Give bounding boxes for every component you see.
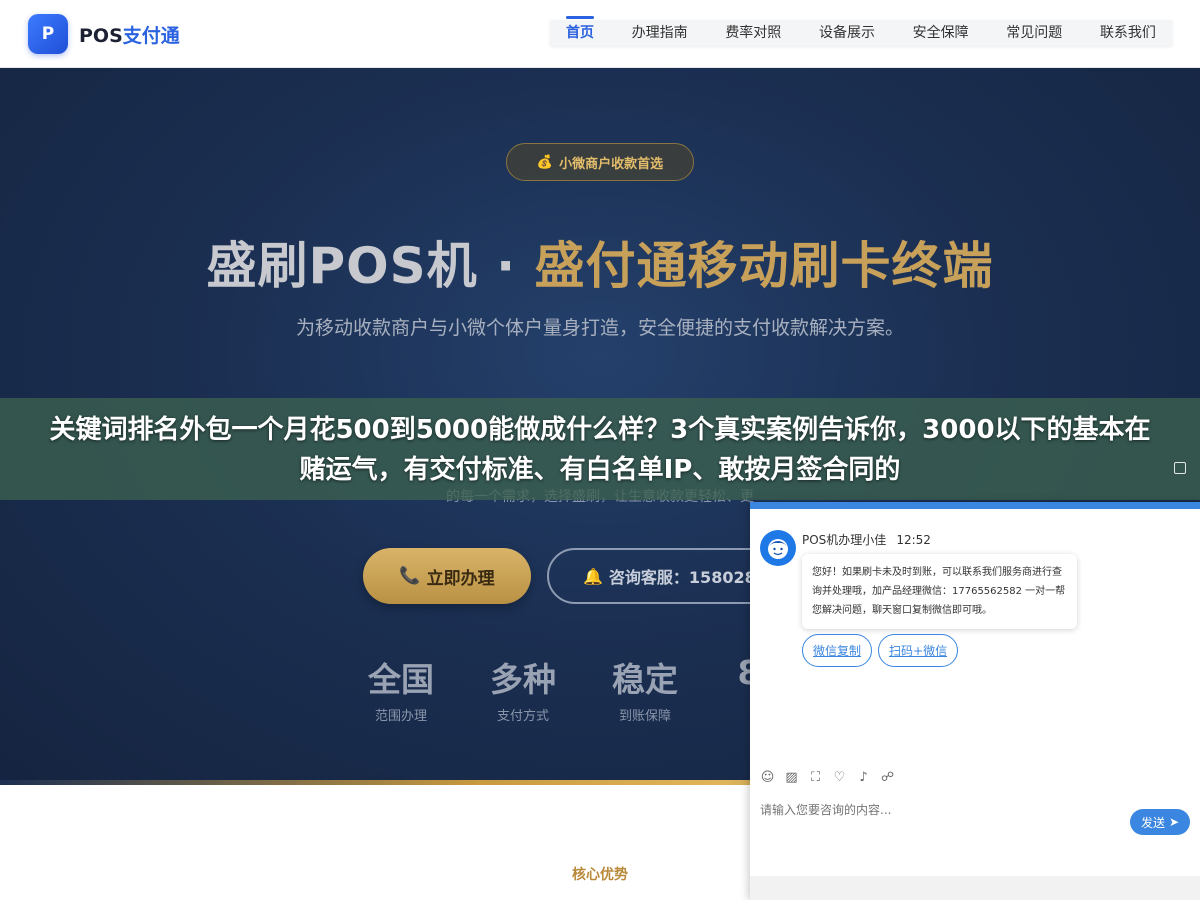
hero-pill-text: 小微商户收款首选 xyxy=(559,156,664,172)
stat-value: 多种 xyxy=(490,660,556,699)
main-nav: 首页 办理指南 费率对照 设备展示 安全保障 常见问题 联系我们 xyxy=(550,16,1172,46)
nav-item-devices[interactable]: 设备展示 xyxy=(819,20,875,46)
agent-name: POS机办理小佳 xyxy=(802,533,887,547)
sound-icon[interactable]: ♪ xyxy=(856,770,871,785)
apply-now-button[interactable]: 📞 立即办理 xyxy=(363,548,531,604)
hero-subtitle: 为移动收款商户与小微个体户量身打造，安全便捷的支付收款解决方案。 xyxy=(295,317,904,339)
image-icon[interactable]: ▨ xyxy=(784,770,799,785)
money-bag-icon: 💰 xyxy=(536,154,554,170)
stat-label: 范围办理 xyxy=(374,709,427,724)
stat-item: 全国 范围办理 xyxy=(340,653,462,724)
nav-item-faq[interactable]: 常见问题 xyxy=(1006,20,1062,46)
nav-item-guide[interactable]: 办理指南 xyxy=(632,20,688,46)
stat-item: 多种 支付方式 xyxy=(462,653,584,724)
chat-quick-actions: 微信复制 扫码+微信 xyxy=(802,634,959,667)
agent-avatar xyxy=(760,530,796,566)
nav-item-home[interactable]: 首页 xyxy=(566,16,594,46)
agent-face-icon xyxy=(768,539,788,559)
nav-item-contact[interactable]: 联系我们 xyxy=(1100,20,1156,46)
send-arrow-icon: ➤ xyxy=(1168,815,1180,829)
chat-widget: POS机办理小佳 12:52 您好！如果刷卡未及时到账，可以联系我们服务商进行查询… xyxy=(750,502,1200,900)
hero-title: 盛刷POS机 · 盛付通移动刷卡终端 xyxy=(206,237,994,295)
chat-toolbar: ☺ ▨ ⛶ ♡ ♪ ☍ xyxy=(760,770,895,785)
screenshot-icon[interactable]: ⛶ xyxy=(808,770,823,785)
copy-wechat-button[interactable]: 微信复制 xyxy=(802,634,873,667)
chat-footer xyxy=(750,876,1200,900)
site-logo[interactable]: P POS支付通 xyxy=(28,14,180,54)
nav-item-security[interactable]: 安全保障 xyxy=(913,20,969,46)
nav-item-rates[interactable]: 费率对照 xyxy=(725,20,781,46)
chat-message: POS机办理小佳 12:52 您好！如果刷卡未及时到账，可以联系我们服务商进行查询… xyxy=(760,530,1077,629)
message-meta: POS机办理小佳 12:52 xyxy=(802,530,1077,550)
bell-icon: 🔔 xyxy=(583,566,603,586)
phone-icon: 📞 xyxy=(399,566,421,586)
stat-item: 稳定 到账保障 xyxy=(584,653,706,724)
stat-label: 支付方式 xyxy=(496,709,549,724)
logo-text: POS支付通 xyxy=(79,24,180,47)
message-time: 12:52 xyxy=(896,533,931,547)
stat-label: 到账保障 xyxy=(618,709,671,724)
apply-now-label: 立即办理 xyxy=(426,568,495,589)
banner-text: 关键词排名外包一个月花500到5000能做成什么样？3个真实案例告诉你，3000… xyxy=(49,415,1151,485)
chat-header-bar xyxy=(750,502,1200,509)
emoji-icon[interactable]: ☺ xyxy=(760,770,775,785)
chat-message-input[interactable] xyxy=(760,800,1120,820)
message-bubble: 您好！如果刷卡未及时到账，可以联系我们服务商进行查询并处理哦，加产品经理微信：1… xyxy=(802,554,1077,629)
rating-icon[interactable]: ♡ xyxy=(832,770,847,785)
consult-service-label: 咨询客服：158028 xyxy=(608,568,756,587)
stat-value: 稳定 xyxy=(612,660,678,699)
wechat-icon[interactable]: ☍ xyxy=(880,770,895,785)
send-button[interactable]: 发送 ➤ xyxy=(1130,809,1190,835)
overlay-banner: 关键词排名外包一个月花500到5000能做成什么样？3个真实案例告诉你，3000… xyxy=(0,398,1200,500)
banner-close-icon[interactable] xyxy=(1174,462,1186,474)
send-label: 发送 xyxy=(1140,815,1165,830)
stat-value: 全国 xyxy=(368,660,434,699)
scan-wechat-button[interactable]: 扫码+微信 xyxy=(878,634,959,667)
hero-pill-badge: 💰 小微商户收款首选 xyxy=(506,143,694,181)
message-body: POS机办理小佳 12:52 您好！如果刷卡未及时到账，可以联系我们服务商进行查询… xyxy=(802,530,1077,629)
logo-badge: P xyxy=(28,14,68,54)
site-header: P POS支付通 首页 办理指南 费率对照 设备展示 安全保障 常见问题 联系我… xyxy=(0,0,1200,68)
